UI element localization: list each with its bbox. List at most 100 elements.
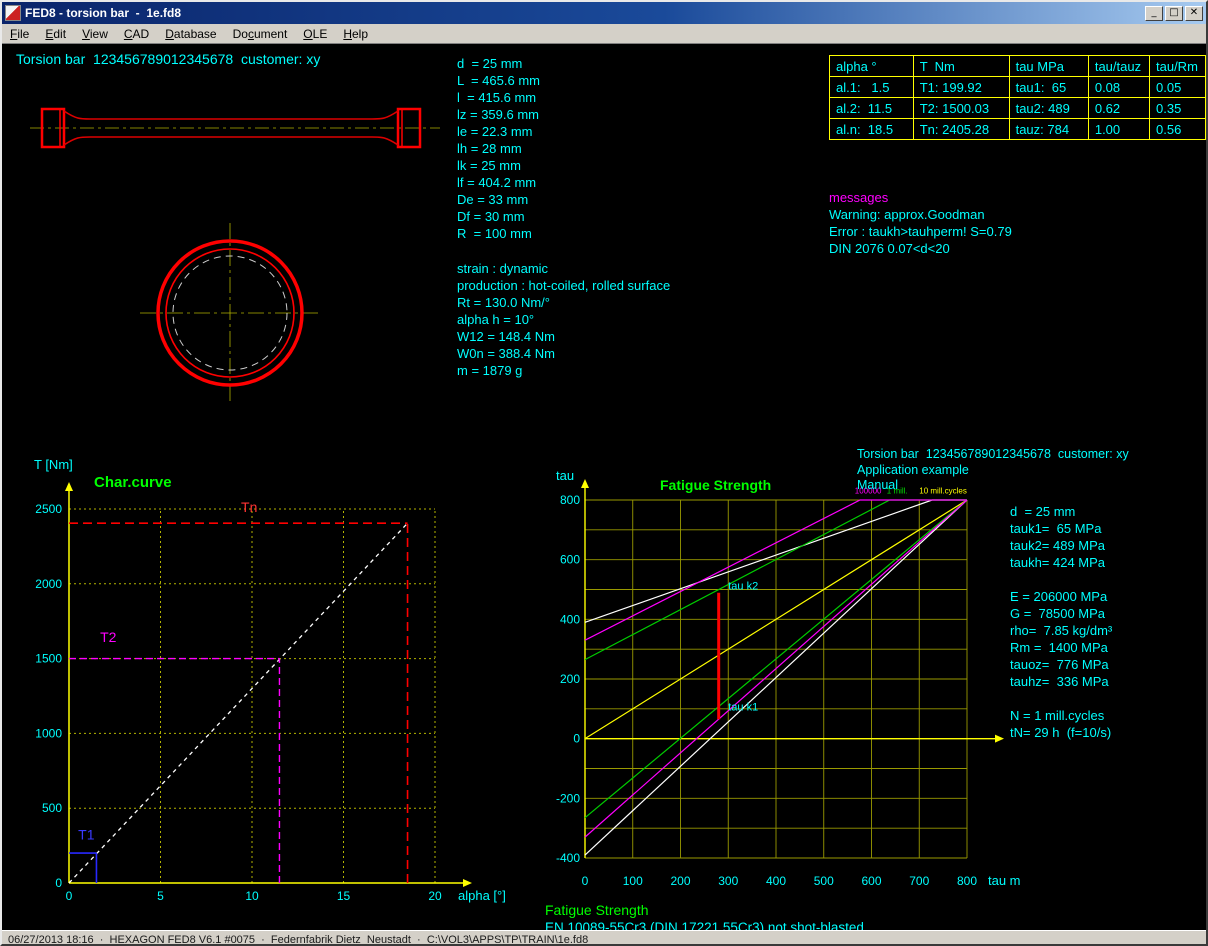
svg-text:1500: 1500	[35, 652, 62, 666]
text-line: Application example	[857, 463, 1129, 479]
app-icon	[5, 5, 21, 21]
messages-title: messages	[829, 190, 1012, 207]
svg-text:200: 200	[670, 874, 690, 888]
col-header-torque: T Nm	[913, 56, 1009, 77]
col-header-tau-rm: tau/Rm	[1150, 56, 1206, 77]
window-title: FED8 - torsion bar - 1e.fd8	[25, 6, 1145, 20]
cross-section-view	[140, 223, 320, 403]
svg-text:10: 10	[245, 889, 259, 903]
app-window: FED8 - torsion bar - 1e.fd8 _ □ ✕ File E…	[0, 0, 1208, 946]
bottom-caption: Fatigue Strength EN 10089-55Cr3 (DIN 172…	[545, 902, 864, 930]
text-line	[1010, 691, 1112, 708]
svg-text:700: 700	[909, 874, 929, 888]
title-bar: FED8 - torsion bar - 1e.fd8 _ □ ✕	[2, 2, 1206, 24]
window-controls: _ □ ✕	[1145, 6, 1203, 21]
text-line: tauoz= 776 MPa	[1010, 657, 1112, 674]
text-line: R = 100 mm	[457, 226, 540, 243]
svg-text:400: 400	[560, 612, 580, 626]
col-header-tau: tau MPa	[1009, 56, 1088, 77]
svg-text:500: 500	[42, 801, 62, 815]
text-line: W12 = 148.4 Nm	[457, 329, 670, 346]
menu-help[interactable]: Help	[335, 25, 376, 43]
svg-text:tau: tau	[556, 468, 574, 483]
col-header-alpha: alpha °	[830, 56, 914, 77]
bar-body-top	[64, 111, 398, 119]
svg-text:500: 500	[814, 874, 834, 888]
svg-text:15: 15	[337, 889, 351, 903]
menu-database[interactable]: Database	[157, 25, 224, 43]
minimize-button[interactable]: _	[1145, 6, 1163, 21]
torsion-bar-side-view	[30, 102, 442, 162]
text-line: production : hot-coiled, rolled surface	[457, 278, 670, 295]
menu-bar: File Edit View CAD Database Document OLE…	[2, 24, 1206, 44]
maximize-button[interactable]: □	[1165, 6, 1183, 21]
char-curve-chart: 0510152005001000150020002500alpha [°]T […	[22, 453, 522, 930]
svg-text:100: 100	[623, 874, 643, 888]
bar-body-bottom	[64, 137, 398, 145]
menu-view[interactable]: View	[74, 25, 116, 43]
fatigue-caption-title: Fatigue Strength	[545, 902, 864, 920]
text-line: N = 1 mill.cycles	[1010, 708, 1112, 725]
text-line: Rt = 130.0 Nm/°	[457, 295, 670, 312]
svg-text:20: 20	[428, 889, 442, 903]
text-line: lh = 28 mm	[457, 141, 540, 158]
text-line: alpha h = 10°	[457, 312, 670, 329]
menu-document[interactable]: Document	[225, 25, 296, 43]
menu-ole[interactable]: OLE	[295, 25, 335, 43]
table-header-row: alpha ° T Nm tau MPa tau/tauz tau/Rm	[830, 56, 1206, 77]
material-info-panel: d = 25 mmtauk1= 65 MPatauk2= 489 MPatauk…	[1010, 504, 1112, 742]
col-header-tau-tauz: tau/tauz	[1088, 56, 1149, 77]
text-line: taukh= 424 MPa	[1010, 555, 1112, 572]
close-button[interactable]: ✕	[1185, 6, 1203, 21]
svg-text:Fatigue Strength: Fatigue Strength	[660, 477, 771, 493]
text-line: d = 25 mm	[457, 56, 540, 73]
characteristic-line	[69, 523, 408, 883]
svg-text:800: 800	[957, 874, 977, 888]
messages-panel: messages Warning: approx.GoodmanError : …	[829, 190, 1012, 258]
text-line: tauhz= 336 MPa	[1010, 674, 1112, 691]
text-line: lk = 25 mm	[457, 158, 540, 175]
messages-lines: Warning: approx.GoodmanError : taukh>tau…	[829, 207, 1012, 258]
text-line: lf = 404.2 mm	[457, 175, 540, 192]
text-line: Torsion bar 123456789012345678 customer:…	[857, 447, 1129, 463]
text-line: rho= 7.85 kg/dm³	[1010, 623, 1112, 640]
text-line: tauk1= 65 MPa	[1010, 521, 1112, 538]
page-title: Torsion bar 123456789012345678 customer:…	[16, 51, 320, 67]
material-standard-label: EN 10089-55Cr3 (DIN 17221 55Cr3) not sho…	[545, 920, 864, 930]
text-line: De = 33 mm	[457, 192, 540, 209]
text-line	[1010, 572, 1112, 589]
svg-text:400: 400	[766, 874, 786, 888]
geometry-parameters: d = 25 mmL = 465.6 mml = 415.6 mmlz = 35…	[457, 56, 540, 243]
svg-text:600: 600	[861, 874, 881, 888]
svg-text:200: 200	[560, 672, 580, 686]
menu-edit[interactable]: Edit	[37, 25, 74, 43]
svg-text:0: 0	[66, 889, 73, 903]
text-line: l = 415.6 mm	[457, 90, 540, 107]
fatigue-strength-chart: 0100200300400500600700800-400-2000200400…	[542, 443, 1022, 913]
svg-text:2500: 2500	[35, 502, 62, 516]
text-line: tN= 29 h (f=10/s)	[1010, 725, 1112, 742]
text-line: Error : taukh>tauhperm! S=0.79	[829, 224, 1012, 241]
svg-text:-400: -400	[556, 851, 580, 865]
svg-text:0: 0	[573, 732, 580, 746]
svg-text:T1: T1	[78, 827, 95, 843]
text-line: Rm = 1400 MPa	[1010, 640, 1112, 657]
svg-text:tau k2: tau k2	[728, 581, 758, 593]
text-line: m = 1879 g	[457, 363, 670, 380]
text-line: G = 78500 MPa	[1010, 606, 1112, 623]
menu-cad[interactable]: CAD	[116, 25, 157, 43]
client-area: Torsion bar 123456789012345678 customer:…	[2, 44, 1206, 930]
svg-text:0: 0	[55, 876, 62, 890]
text-line: Df = 30 mm	[457, 209, 540, 226]
text-line: E = 206000 MPa	[1010, 589, 1112, 606]
svg-text:5: 5	[157, 889, 164, 903]
svg-text:tau m: tau m	[988, 873, 1021, 888]
text-line: d = 25 mm	[1010, 504, 1112, 521]
svg-text:0: 0	[582, 874, 589, 888]
status-bar: 06/27/2013 18:16 · HEXAGON FED8 V6.1 #00…	[2, 930, 1206, 946]
menu-file[interactable]: File	[2, 25, 37, 43]
svg-text:Tn: Tn	[241, 499, 257, 515]
text-line: Manual	[857, 478, 1129, 494]
svg-text:800: 800	[560, 493, 580, 507]
text-line: lz = 359.6 mm	[457, 107, 540, 124]
